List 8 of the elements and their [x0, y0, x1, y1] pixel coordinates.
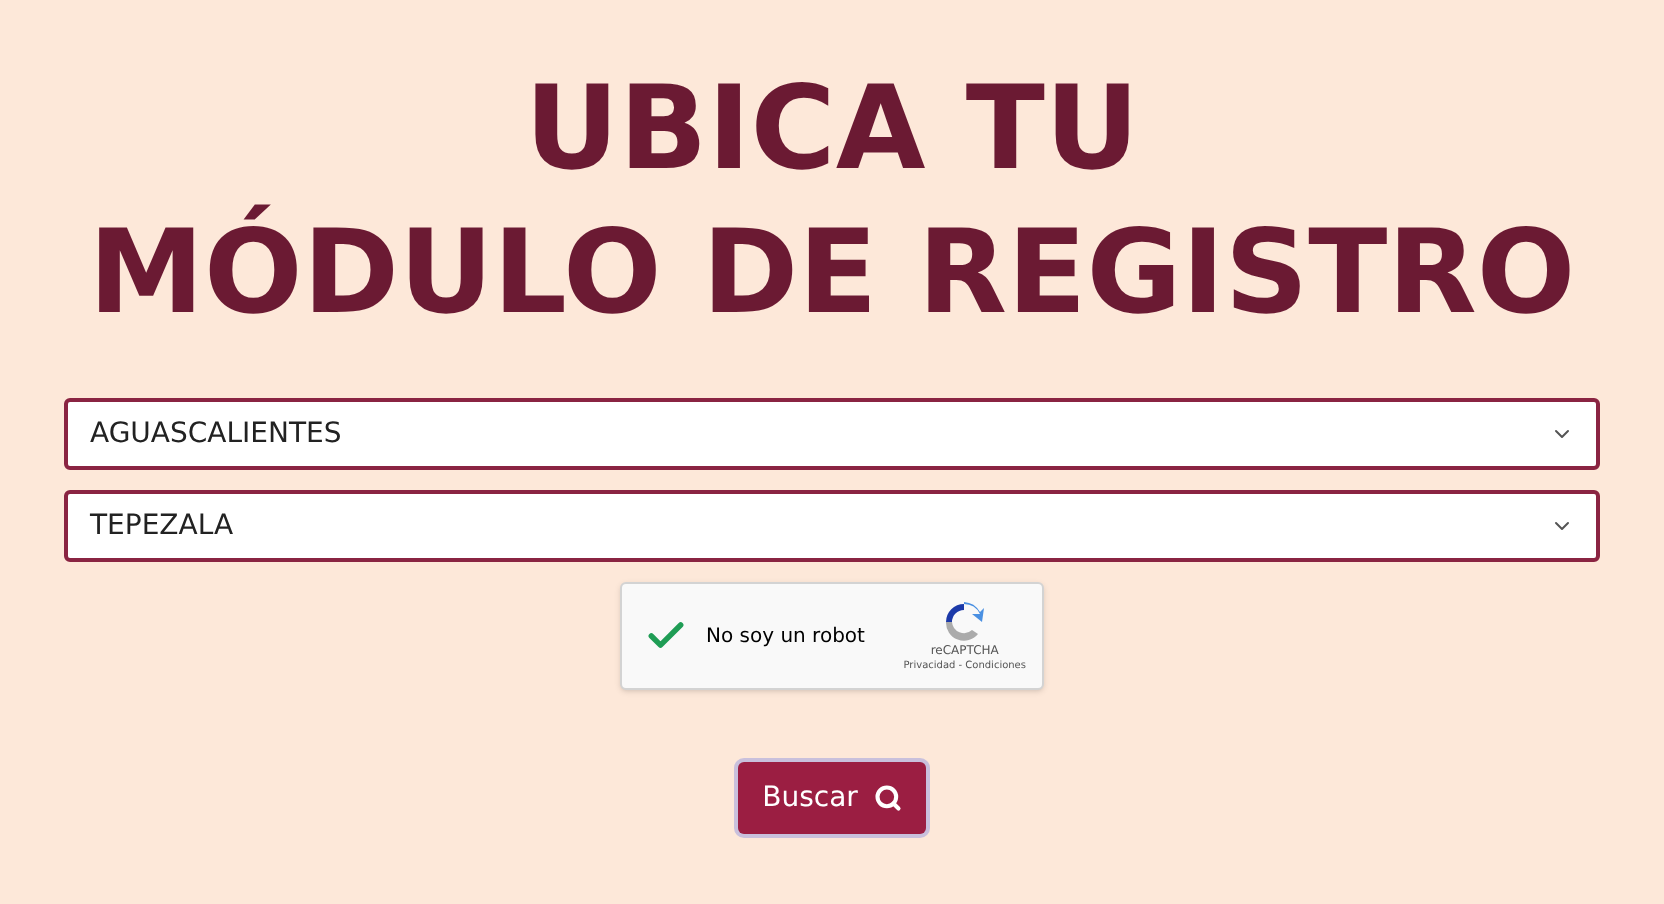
- recaptcha-logo-icon: [942, 599, 987, 643]
- page-title: MÓDULO DE REGISTRO: [88, 202, 1576, 344]
- dropdown-select[interactable]: AGUASCALIENTES: [64, 398, 1600, 470]
- page-title: UBICA TU: [524, 58, 1140, 200]
- search-icon: [873, 784, 902, 812]
- captcha-label: No soy un robot: [706, 623, 865, 651]
- search-button[interactable]: Buscar: [738, 762, 926, 834]
- dropdown-select[interactable]: TEPEZALA: [64, 490, 1600, 562]
